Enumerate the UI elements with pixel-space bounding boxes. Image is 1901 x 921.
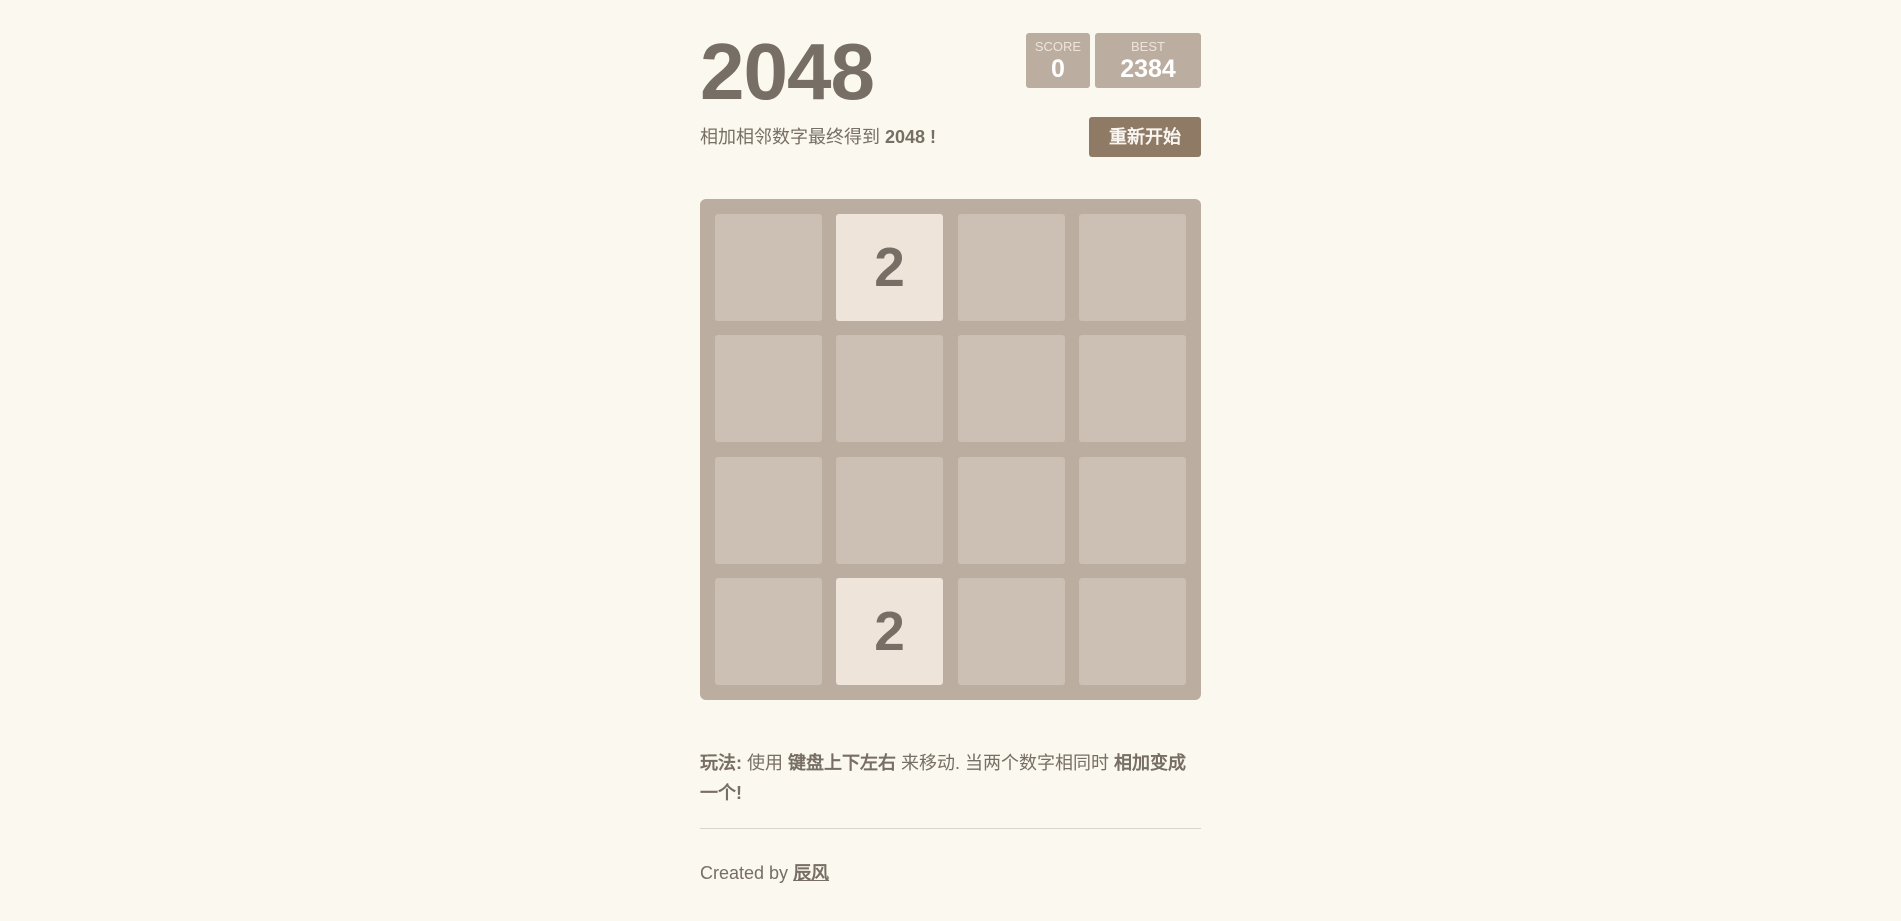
empty-cell <box>1079 335 1186 442</box>
game-board[interactable]: 22 <box>700 199 1201 700</box>
empty-cell <box>715 214 822 321</box>
empty-cell <box>836 335 943 442</box>
divider <box>700 828 1201 829</box>
score-value: 0 <box>1051 55 1065 83</box>
tile-value: 2 <box>874 600 905 662</box>
header: 2048 SCORE 0 BEST 2384 <box>700 0 1201 116</box>
empty-cell <box>715 578 822 685</box>
author-link[interactable]: 辰风 <box>793 863 829 883</box>
empty-cell <box>958 214 1065 321</box>
tile-value: 2 <box>874 236 905 298</box>
best-score-value: 2384 <box>1120 55 1176 83</box>
game-intro: 相加相邻数字最终得到 2048 ! <box>700 125 936 149</box>
empty-cell <box>1079 214 1186 321</box>
best-score-box: BEST 2384 <box>1095 33 1201 88</box>
scores-panel: SCORE 0 BEST 2384 <box>1026 33 1201 88</box>
best-score-label: BEST <box>1131 39 1165 54</box>
footer-credit: Created by 辰风 <box>700 860 829 886</box>
intro-goal: 2048 ! <box>885 127 937 147</box>
score-label: SCORE <box>1034 39 1082 54</box>
intro-text: 相加相邻数字最终得到 <box>700 127 885 147</box>
empty-cell <box>836 457 943 564</box>
empty-cell <box>958 578 1065 685</box>
tile-2: 2 <box>836 578 943 685</box>
empty-cell <box>958 457 1065 564</box>
instructions-text-1: 使用 <box>742 753 789 773</box>
restart-button[interactable]: 重新开始 <box>1089 117 1201 157</box>
game-title: 2048 <box>700 27 875 116</box>
instructions-keys: 键盘上下左右 <box>788 753 897 773</box>
empty-cell <box>1079 578 1186 685</box>
instructions-text-2: 来移动. 当两个数字相同时 <box>896 753 1115 773</box>
game-container: 2048 SCORE 0 BEST 2384 相加相邻数字最终得到 2048 !… <box>700 0 1201 883</box>
empty-cell <box>715 457 822 564</box>
credit-prefix: Created by <box>700 863 794 883</box>
intro-row: 相加相邻数字最终得到 2048 ! 重新开始 <box>700 115 1201 200</box>
empty-cell <box>958 335 1065 442</box>
empty-cell <box>1079 457 1186 564</box>
instructions-label: 玩法: <box>700 753 742 773</box>
empty-cell <box>715 335 822 442</box>
tile-2: 2 <box>836 214 943 321</box>
game-instructions: 玩法: 使用 键盘上下左右 来移动. 当两个数字相同时 相加变成一个! <box>700 748 1201 808</box>
score-box: SCORE 0 <box>1026 33 1090 88</box>
